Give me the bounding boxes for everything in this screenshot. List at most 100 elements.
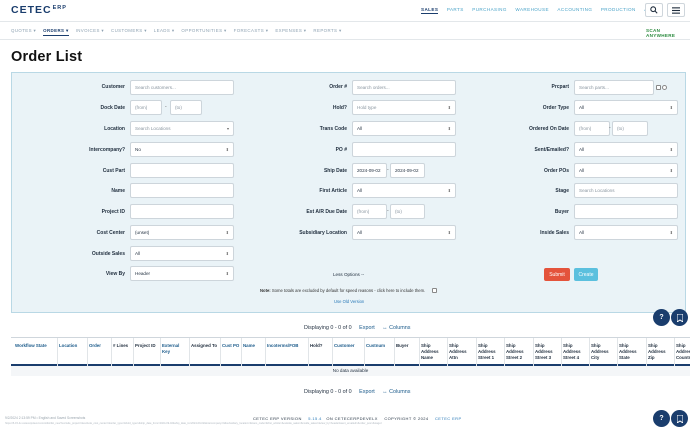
ship-date-to[interactable]: 2024-09-02 <box>390 163 425 178</box>
inside-sales-select[interactable]: All ⬍ <box>574 225 678 240</box>
nav-purchasing[interactable]: PURCHASING <box>472 7 507 14</box>
est-ar-due-date-to[interactable]: (to) <box>390 204 425 219</box>
est-ar-due-date-label: Est A/R Due Date <box>306 209 347 215</box>
help-button[interactable]: ? <box>653 410 670 427</box>
orders-table: Workflow State Location Order # Lines Projec… <box>11 337 690 377</box>
column-header-incoterms-fob[interactable]: Incoterms/FOB <box>267 343 307 349</box>
ordered-on-date-label: Ordered On Date <box>528 126 569 132</box>
subsidiary-location-select[interactable]: All ⬍ <box>352 225 456 240</box>
column-header-external-key[interactable]: External Key <box>162 343 188 355</box>
first-article-select[interactable]: All ⬍ <box>352 183 456 198</box>
footer-version-label: CETEC ERP VERSION <box>253 416 302 421</box>
intercompany-value: No <box>135 147 141 152</box>
chevron-down-icon: ▾ <box>226 126 229 131</box>
footer-brand[interactable]: CETEC ERP <box>435 416 462 421</box>
dock-date-from[interactable]: (from) <box>130 100 162 115</box>
column-header-customer[interactable]: Customer <box>334 343 363 349</box>
nav-warehouse[interactable]: WAREHOUSE <box>515 7 549 14</box>
location-select[interactable]: Search Locations ▾ <box>130 121 234 136</box>
outside-sales-value: All <box>135 251 141 256</box>
columns-link[interactable]: ↔ Columns <box>382 325 410 331</box>
column-header-ship-address-zip: Ship Address Zip <box>648 343 666 360</box>
order-pos-select[interactable]: All ⬍ <box>574 163 678 178</box>
subnav-reports[interactable]: REPORTS ▾ <box>313 28 341 36</box>
main-nav: SALES PARTS PURCHASING WAREHOUSE ACCOUNTING P… <box>421 7 670 14</box>
export-link[interactable]: Export <box>359 325 375 331</box>
view-by-label: View By <box>105 271 125 277</box>
bookmark-button[interactable] <box>671 309 688 326</box>
column-header-custnum[interactable]: Custnum <box>366 343 393 349</box>
logo[interactable]: CETECERP <box>11 4 67 16</box>
prcpart-radio[interactable] <box>662 85 667 90</box>
nav-production[interactable]: PRODUCTION <box>601 7 636 14</box>
search-button[interactable] <box>645 3 663 17</box>
submit-button[interactable]: Submit <box>544 268 570 281</box>
footer-version-number[interactable]: 5.15.4 <box>308 416 322 421</box>
menu-button[interactable] <box>667 3 685 17</box>
column-separator <box>674 338 675 367</box>
sent-emailed-select[interactable]: All ⬍ <box>574 142 678 157</box>
ordered-on-date-from[interactable]: (from) <box>574 121 610 136</box>
use-old-version-link[interactable]: Use Old Version <box>334 299 364 304</box>
cust-part-input[interactable] <box>130 163 234 178</box>
po-number-input[interactable] <box>352 142 456 157</box>
outside-sales-label: Outside Sales <box>91 251 125 257</box>
include-totals-checkbox[interactable] <box>432 288 437 293</box>
hold-select[interactable]: Hold type ⬍ <box>352 100 456 115</box>
nav-accounting[interactable]: ACCOUNTING <box>557 7 592 14</box>
order-number-input[interactable]: Search orders... <box>352 80 456 95</box>
column-header-name[interactable]: Name <box>243 343 264 349</box>
name-input[interactable] <box>130 183 234 198</box>
less-options-link[interactable]: Less Options -- <box>333 272 364 277</box>
subnav-expenses[interactable]: EXPENSES ▾ <box>275 28 306 36</box>
subnav-leads[interactable]: LEADS ▾ <box>154 28 175 36</box>
hold-placeholder: Hold type <box>357 105 377 110</box>
nav-sales[interactable]: SALES <box>421 7 439 14</box>
buyer-input[interactable] <box>574 204 678 219</box>
column-header-workflow-state[interactable]: Workflow State <box>15 343 56 349</box>
nav-parts[interactable]: PARTS <box>447 7 464 14</box>
column-header-location[interactable]: Location <box>59 343 86 349</box>
column-separator <box>133 338 134 367</box>
project-id-input[interactable] <box>130 204 234 219</box>
column-header-hold-: Hold? <box>310 343 323 348</box>
customer-input[interactable]: Search customers... <box>130 80 234 95</box>
column-header-cust-po[interactable]: Cust PO <box>222 343 240 349</box>
dock-date-to[interactable]: (to) <box>170 100 202 115</box>
prcpart-input[interactable]: Search parts... <box>574 80 654 95</box>
subnav-forecasts[interactable]: FORECASTS ▾ <box>234 28 269 36</box>
subnav-opportunities[interactable]: OPPORTUNITIES ▾ <box>181 28 226 36</box>
bookmark-button[interactable] <box>671 410 688 427</box>
column-separator <box>57 338 58 367</box>
subnav-quotes[interactable]: QUOTES ▾ <box>11 28 36 36</box>
name-label: Name <box>111 188 125 194</box>
subnav-invoices[interactable]: INVOICES ▾ <box>76 28 104 36</box>
column-separator <box>561 338 562 367</box>
intercompany-label: Intercompany? <box>89 147 125 153</box>
ship-date-from[interactable]: 2024-09-02 <box>352 163 387 178</box>
cost-center-select[interactable]: (unset) ⬍ <box>130 225 234 240</box>
column-header-ship-address-street-4: Ship Address Street 4 <box>563 343 581 360</box>
intercompany-select[interactable]: No ⬍ <box>130 142 234 157</box>
chevron-down-icon: ⬍ <box>669 230 673 235</box>
scan-anywhere-link[interactable]: SCAN ANYWHERE <box>646 28 690 38</box>
outside-sales-select[interactable]: All ⬍ <box>130 246 234 261</box>
subnav-orders[interactable]: ORDERS ▾ <box>43 28 69 36</box>
column-separator <box>332 338 333 367</box>
question-icon: ? <box>659 415 664 422</box>
create-button[interactable]: Create <box>574 268 598 281</box>
order-type-select[interactable]: All ⬍ <box>574 100 678 115</box>
est-ar-due-date-from[interactable]: (from) <box>352 204 387 219</box>
column-header-order[interactable]: Order <box>89 343 110 349</box>
footer-copyright: COPYRIGHT © 2024 <box>384 416 429 421</box>
export-link[interactable]: Export <box>359 389 375 395</box>
view-by-select[interactable]: Header ⬍ <box>130 266 234 281</box>
stage-input[interactable]: Search Locations <box>574 183 678 198</box>
trans-code-select[interactable]: All ⬍ <box>352 121 456 136</box>
columns-link[interactable]: ↔ Columns <box>382 389 410 395</box>
note-text[interactable]: Some totals are excluded by default for … <box>272 288 425 293</box>
help-button[interactable]: ? <box>653 309 670 326</box>
subnav-customers[interactable]: CUSTOMERS ▾ <box>111 28 147 36</box>
prcpart-checkbox[interactable] <box>656 85 661 90</box>
ordered-on-date-to[interactable]: (to) <box>612 121 648 136</box>
